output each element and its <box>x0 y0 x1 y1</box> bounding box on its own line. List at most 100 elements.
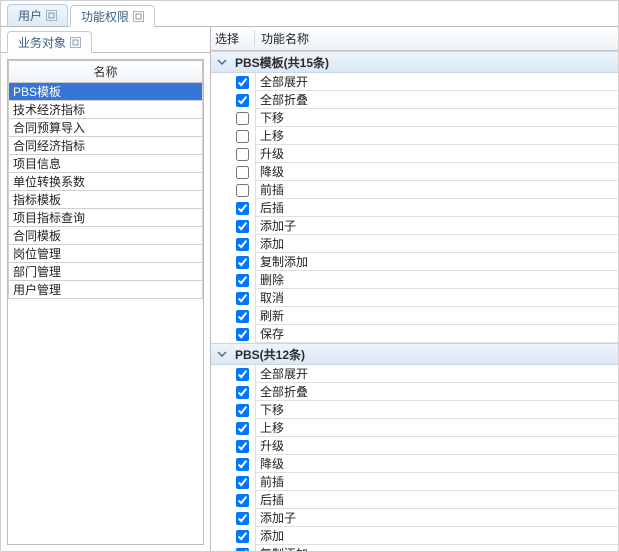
business-object-row[interactable]: 技术经济指标 <box>9 101 203 119</box>
business-object-row[interactable]: 指标模板 <box>9 191 203 209</box>
permission-row[interactable]: 上移 <box>211 419 618 437</box>
permission-name: 添加 <box>255 527 618 545</box>
permission-checkbox[interactable] <box>236 112 249 125</box>
business-object-row[interactable]: 项目信息 <box>9 155 203 173</box>
permission-checkbox-cell <box>211 437 255 456</box>
permission-checkbox-cell <box>211 289 255 308</box>
permission-checkbox[interactable] <box>236 220 249 233</box>
permission-row[interactable]: 添加 <box>211 527 618 545</box>
permission-checkbox[interactable] <box>236 310 249 323</box>
business-object-row[interactable]: 合同预算导入 <box>9 119 203 137</box>
permission-row[interactable]: 添加 <box>211 235 618 253</box>
tab-business-object[interactable]: 业务对象 <box>7 31 92 53</box>
permission-name: 后插 <box>255 199 618 217</box>
business-object-row[interactable]: 岗位管理 <box>9 245 203 263</box>
permission-checkbox-cell <box>211 491 255 510</box>
permission-row[interactable]: 前插 <box>211 181 618 199</box>
top-tab[interactable]: 功能权限 <box>70 5 155 27</box>
permission-row[interactable]: 全部折叠 <box>211 383 618 401</box>
tab-label: 用户 <box>18 7 42 24</box>
permission-group-header[interactable]: PBS(共12条) <box>211 343 618 365</box>
permission-checkbox[interactable] <box>236 148 249 161</box>
permission-checkbox[interactable] <box>236 184 249 197</box>
close-icon[interactable] <box>70 37 81 48</box>
permission-row[interactable]: 降级 <box>211 455 618 473</box>
permission-checkbox[interactable] <box>236 76 249 89</box>
permission-row[interactable]: 复制添加 <box>211 253 618 271</box>
business-object-row[interactable]: 项目指标查询 <box>9 209 203 227</box>
permission-name: 降级 <box>255 163 618 181</box>
permission-row[interactable]: 复制添加 <box>211 545 618 551</box>
permission-row[interactable]: 保存 <box>211 325 618 343</box>
close-icon[interactable] <box>46 10 57 21</box>
permission-row[interactable]: 添加子 <box>211 217 618 235</box>
permission-checkbox[interactable] <box>236 368 249 381</box>
permission-row[interactable]: 后插 <box>211 491 618 509</box>
col-header-select[interactable]: 选择 <box>215 30 255 47</box>
permission-checkbox[interactable] <box>236 256 249 269</box>
permission-checkbox[interactable] <box>236 422 249 435</box>
permission-checkbox-cell <box>211 545 255 552</box>
business-object-row[interactable]: 部门管理 <box>9 263 203 281</box>
permission-row[interactable]: 上移 <box>211 127 618 145</box>
permission-row[interactable]: 下移 <box>211 401 618 419</box>
top-tab-strip: 用户 功能权限 <box>1 1 618 27</box>
main-body: 业务对象 名称 PBS模板技术经济指标合同预算导入合同经济指标项目信息单位转换系… <box>1 27 618 551</box>
business-object-row[interactable]: 单位转换系数 <box>9 173 203 191</box>
permission-checkbox[interactable] <box>236 166 249 179</box>
permission-row[interactable]: 全部展开 <box>211 73 618 91</box>
permission-row[interactable]: 升级 <box>211 145 618 163</box>
permission-checkbox[interactable] <box>236 94 249 107</box>
business-object-row[interactable]: 用户管理 <box>9 281 203 299</box>
permission-row[interactable]: 全部展开 <box>211 365 618 383</box>
col-header-func-name[interactable]: 功能名称 <box>255 30 309 47</box>
permission-checkbox[interactable] <box>236 512 249 525</box>
permission-row[interactable]: 取消 <box>211 289 618 307</box>
permission-checkbox[interactable] <box>236 440 249 453</box>
permission-checkbox[interactable] <box>236 386 249 399</box>
chevron-down-icon <box>215 55 229 69</box>
business-object-cell: 指标模板 <box>9 191 203 209</box>
permission-row[interactable]: 降级 <box>211 163 618 181</box>
permission-row[interactable]: 删除 <box>211 271 618 289</box>
permission-checkbox-cell <box>211 109 255 128</box>
top-tab[interactable]: 用户 <box>7 4 68 26</box>
permission-name: 全部展开 <box>255 365 618 383</box>
permission-checkbox[interactable] <box>236 458 249 471</box>
permission-checkbox-cell <box>211 253 255 272</box>
permission-group-title: PBS模板(共15条) <box>235 54 329 71</box>
permission-checkbox[interactable] <box>236 328 249 341</box>
permission-row[interactable]: 下移 <box>211 109 618 127</box>
permission-checkbox-cell <box>211 199 255 218</box>
permission-row[interactable]: 后插 <box>211 199 618 217</box>
permission-row[interactable]: 刷新 <box>211 307 618 325</box>
permission-row[interactable]: 添加子 <box>211 509 618 527</box>
permission-row[interactable]: 升级 <box>211 437 618 455</box>
close-icon[interactable] <box>133 11 144 22</box>
permission-checkbox[interactable] <box>236 202 249 215</box>
permission-checkbox[interactable] <box>236 274 249 287</box>
permission-grid-body[interactable]: PBS模板(共15条)全部展开全部折叠下移上移升级降级前插后插添加子添加复制添加… <box>211 51 618 551</box>
permission-row[interactable]: 全部折叠 <box>211 91 618 109</box>
permission-checkbox[interactable] <box>236 238 249 251</box>
permission-checkbox[interactable] <box>236 404 249 417</box>
permission-row[interactable]: 前插 <box>211 473 618 491</box>
permission-name: 添加子 <box>255 217 618 235</box>
business-object-row[interactable]: PBS模板 <box>9 83 203 101</box>
permission-checkbox[interactable] <box>236 530 249 543</box>
permission-checkbox[interactable] <box>236 494 249 507</box>
permission-name: 下移 <box>255 401 618 419</box>
business-object-row[interactable]: 合同经济指标 <box>9 137 203 155</box>
permission-checkbox[interactable] <box>236 548 249 552</box>
permission-checkbox[interactable] <box>236 292 249 305</box>
permission-name: 取消 <box>255 289 618 307</box>
permission-checkbox[interactable] <box>236 476 249 489</box>
col-header-name[interactable]: 名称 <box>9 61 203 83</box>
permission-checkbox[interactable] <box>236 130 249 143</box>
permission-group-header[interactable]: PBS模板(共15条) <box>211 51 618 73</box>
permission-checkbox-cell <box>211 419 255 438</box>
business-object-row[interactable]: 合同模板 <box>9 227 203 245</box>
permission-name: 上移 <box>255 419 618 437</box>
permission-checkbox-cell <box>211 145 255 164</box>
chevron-down-icon <box>215 347 229 361</box>
